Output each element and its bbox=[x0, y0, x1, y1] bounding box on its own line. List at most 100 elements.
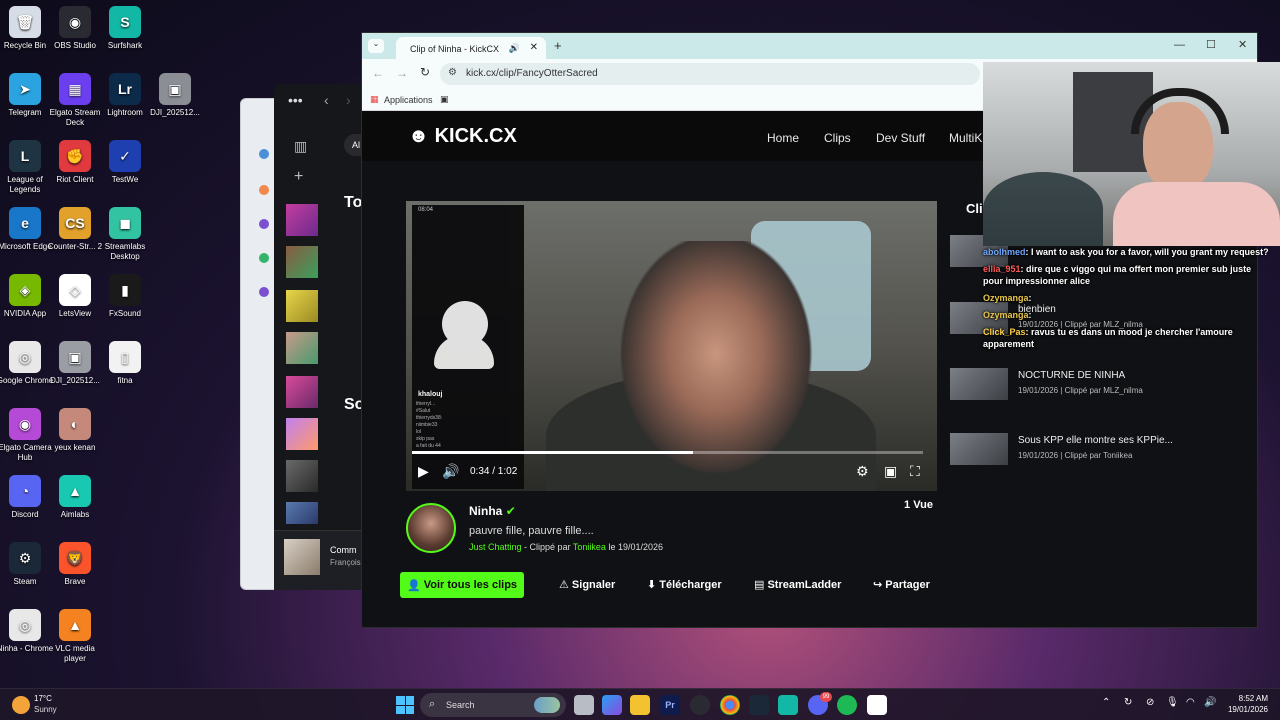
bookmark-applications[interactable]: Applications bbox=[384, 95, 433, 105]
playlist-cover[interactable] bbox=[286, 204, 318, 236]
obs-icon[interactable] bbox=[690, 695, 710, 715]
progress-bar[interactable] bbox=[412, 451, 923, 454]
weather-icon[interactable] bbox=[12, 696, 30, 714]
tab-active[interactable]: Clip of Ninha - KickCX 🔊 ✕ bbox=[396, 37, 546, 59]
category-link[interactable]: Just Chatting bbox=[469, 542, 522, 552]
close-tab-icon[interactable]: ✕ bbox=[530, 42, 538, 53]
desktop-icon[interactable]: ◐ yeux kenan bbox=[44, 408, 106, 453]
app-icon: ◇ bbox=[59, 274, 91, 306]
library-icon[interactable]: ▥ bbox=[294, 138, 307, 155]
desktop-icon-label: Telegram bbox=[8, 108, 42, 117]
steam-icon[interactable] bbox=[749, 695, 769, 715]
playlist-cover[interactable] bbox=[286, 246, 318, 278]
related-clip-3[interactable]: Sous KPP elle montre ses KPPie... 19/01/… bbox=[950, 433, 1250, 473]
app-icon: ⚙ bbox=[9, 542, 41, 574]
task-view-icon[interactable] bbox=[574, 695, 594, 715]
close-window-icon[interactable]: ✕ bbox=[1238, 38, 1247, 51]
nav-home[interactable]: Home bbox=[767, 131, 799, 145]
share-button[interactable]: ↪ Partager bbox=[873, 578, 930, 591]
streamladder-button[interactable]: ▤ StreamLadder bbox=[754, 578, 841, 591]
streamladder-icon: ▤ bbox=[754, 579, 768, 591]
fullscreen-icon[interactable]: ⛶ bbox=[910, 463, 920, 480]
weather-desc[interactable]: Sunny bbox=[34, 705, 57, 714]
more-icon[interactable]: ••• bbox=[288, 92, 303, 108]
minimize-icon[interactable]: — bbox=[1174, 39, 1185, 51]
url-field[interactable]: ⚙ kick.cx/clip/FancyOtterSacred bbox=[440, 63, 980, 85]
chat-message: Ozymanga: bbox=[983, 309, 1273, 321]
playlist-cover[interactable] bbox=[286, 376, 318, 408]
back-icon[interactable]: ← bbox=[372, 66, 384, 80]
clock-time[interactable]: 8:52 AM bbox=[1226, 694, 1268, 703]
play-icon[interactable]: ▶ bbox=[418, 463, 429, 480]
desktop-icon[interactable]: ▲ Aimlabs bbox=[44, 475, 106, 520]
back-arrow-icon[interactable]: ‹ bbox=[324, 92, 329, 108]
start-icon[interactable] bbox=[396, 696, 414, 714]
microphone-icon[interactable]: 🎙 bbox=[1166, 697, 1179, 708]
wifi-icon[interactable]: ◠ bbox=[1186, 697, 1195, 708]
maximize-icon[interactable]: ☐ bbox=[1206, 38, 1216, 51]
reload-icon[interactable]: ↻ bbox=[420, 65, 430, 79]
desktop-icon[interactable]: ▲ VLC media player bbox=[44, 609, 106, 664]
desktop-icon[interactable]: ▯ fitna bbox=[94, 341, 156, 386]
playlist-cover[interactable] bbox=[286, 460, 318, 492]
chrome-icon[interactable] bbox=[720, 695, 740, 715]
mute-icon[interactable]: ⊘ bbox=[1146, 697, 1154, 708]
nav-clips[interactable]: Clips bbox=[824, 131, 851, 145]
download-icon: ⬇ bbox=[647, 579, 660, 591]
forward-icon[interactable]: → bbox=[396, 66, 408, 80]
verified-icon: ✔ bbox=[505, 504, 516, 518]
channel-name-text: Ninha bbox=[469, 504, 503, 518]
add-icon[interactable]: + bbox=[294, 168, 303, 186]
desktop-icon[interactable]: ✓ TestWe bbox=[94, 140, 156, 185]
tab-list-icon[interactable]: ⌄ bbox=[368, 39, 384, 53]
desktop-icon[interactable]: S Surfshark bbox=[94, 6, 156, 51]
desktop-icon[interactable]: 🦁 Brave bbox=[44, 542, 106, 587]
playlist-cover[interactable] bbox=[286, 418, 318, 450]
taskbar-search[interactable]: ⌕ Search bbox=[420, 693, 566, 717]
channel-name[interactable]: Ninha ✔ bbox=[469, 504, 516, 518]
report-button[interactable]: ⚠ Signaler bbox=[559, 578, 615, 591]
player-controls: ▶ 🔊 0:34 / 1:02 ⚙ ▣ ⛶ bbox=[406, 447, 937, 491]
tab-groups-icon[interactable]: ▣ bbox=[440, 94, 449, 105]
clipper-link[interactable]: Toniikea bbox=[573, 542, 606, 552]
nav-dev-stuff[interactable]: Dev Stuff bbox=[876, 131, 925, 145]
surfshark-icon[interactable] bbox=[778, 695, 798, 715]
speaker-icon[interactable]: 🔊 bbox=[509, 43, 520, 54]
playlist-cover[interactable] bbox=[286, 290, 318, 322]
spotify-icon[interactable] bbox=[837, 695, 857, 715]
playlist-cover[interactable] bbox=[286, 332, 318, 364]
chevron-up-icon[interactable]: ⌃ bbox=[1102, 697, 1110, 708]
app-icon: ◉ bbox=[9, 408, 41, 440]
clock-date[interactable]: 19/01/2026 bbox=[1220, 705, 1268, 714]
desktop-icon[interactable]: ▮ FxSound bbox=[94, 274, 156, 319]
view-all-clips-button[interactable]: 👤 Voir tous les clips bbox=[400, 572, 524, 598]
playlist-cover[interactable] bbox=[286, 502, 318, 524]
channel-avatar[interactable] bbox=[406, 503, 456, 553]
tab-title: Clip of Ninha - KickCX bbox=[410, 44, 500, 54]
file-explorer-icon[interactable] bbox=[630, 695, 650, 715]
weather-temp[interactable]: 17°C bbox=[34, 694, 52, 703]
apps-grid-icon[interactable]: ▦ bbox=[370, 94, 379, 105]
webcam-microphone bbox=[983, 172, 1103, 246]
pip-icon[interactable]: ▣ bbox=[884, 463, 897, 480]
settings-icon[interactable]: ⚙ bbox=[856, 463, 869, 480]
app-icon: Lr bbox=[109, 73, 141, 105]
site-info-icon[interactable]: ⚙ bbox=[448, 67, 457, 78]
new-tab-icon[interactable]: + bbox=[554, 38, 562, 53]
site-logo[interactable]: ☻ KICK.CX bbox=[408, 125, 517, 148]
copilot-icon[interactable] bbox=[602, 695, 622, 715]
desktop-icon[interactable]: ▣ DJI_202512... bbox=[144, 73, 206, 118]
related-clip-2[interactable]: NOCTURNE DE NINHA 19/01/2026 | Clippé pa… bbox=[950, 368, 1250, 408]
phone-clock: 08:04 bbox=[418, 207, 434, 213]
forward-arrow-icon[interactable]: › bbox=[346, 92, 351, 108]
dot-icon bbox=[259, 149, 269, 159]
nav-multik[interactable]: MultiK bbox=[949, 131, 982, 145]
volume-icon[interactable]: 🔊 bbox=[1204, 697, 1216, 708]
video-player[interactable]: 08:04 khalouj thierryl... #Salut thierryds… bbox=[406, 201, 937, 491]
sync-icon[interactable]: ↻ bbox=[1124, 697, 1132, 708]
premiere-pro-icon[interactable]: Pr bbox=[660, 695, 680, 715]
download-button[interactable]: ⬇ Télécharger bbox=[647, 578, 722, 591]
desktop-icon[interactable]: ◼ Streamlabs Desktop bbox=[94, 207, 156, 262]
letsview-icon[interactable] bbox=[867, 695, 887, 715]
volume-icon[interactable]: 🔊 bbox=[442, 463, 459, 480]
